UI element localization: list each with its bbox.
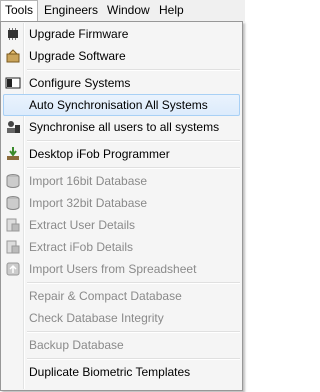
menu-item-upgrade-firmware[interactable]: Upgrade Firmware <box>3 23 240 45</box>
menu-engineers[interactable]: Engineers <box>40 0 102 21</box>
check-integrity-label: Check Database Integrity <box>29 311 164 325</box>
menu-tools[interactable]: Tools <box>0 0 39 22</box>
menu-item-check-database-integrity[interactable]: Check Database Integrity <box>3 307 240 329</box>
sync-users-icon <box>7 121 20 133</box>
menu-engineers-label: Engineers <box>44 3 99 17</box>
menu-window-label: Window <box>107 3 150 17</box>
menu-help-label: Help <box>159 3 184 17</box>
menu-item-backup-database[interactable]: Backup Database <box>3 334 240 356</box>
extract-document-icon <box>6 240 20 254</box>
menu-item-configure-systems[interactable]: Configure Systems <box>3 72 240 94</box>
menu-separator <box>27 140 240 142</box>
import-16bit-label: Import 16bit Database <box>29 174 148 188</box>
menu-item-auto-synchronisation[interactable]: Auto Synchronisation All Systems <box>3 94 240 116</box>
spreadsheet-icon <box>6 262 20 276</box>
menu-item-import-users-spreadsheet[interactable]: Import Users from Spreadsheet <box>3 258 240 280</box>
menu-separator <box>27 331 240 333</box>
menu-separator <box>27 69 240 71</box>
upgrade-firmware-label: Upgrade Firmware <box>29 27 129 41</box>
menu-bar: Tools Engineers Window Help <box>0 0 245 22</box>
menu-item-import-32bit-database[interactable]: Import 32bit Database <box>3 192 240 214</box>
menu-tools-label: Tools <box>5 3 34 17</box>
chip-icon <box>8 28 18 40</box>
menu-separator <box>27 282 240 284</box>
menu-item-duplicate-biometric-templates[interactable]: Duplicate Biometric Templates <box>3 361 240 383</box>
menu-item-import-16bit-database[interactable]: Import 16bit Database <box>3 170 240 192</box>
desktop-ifob-label: Desktop iFob Programmer <box>29 147 170 161</box>
backup-database-label: Backup Database <box>29 338 124 352</box>
software-disk-icon <box>6 49 20 63</box>
menu-window[interactable]: Window <box>103 0 154 21</box>
menu-help[interactable]: Help <box>155 0 188 21</box>
download-arrow-icon <box>7 147 19 160</box>
menu-item-synchronise-users[interactable]: Synchronise all users to all systems <box>3 116 240 138</box>
database-icon <box>6 196 20 210</box>
configure-systems-label: Configure Systems <box>29 76 131 90</box>
extract-ifob-label: Extract iFob Details <box>29 240 134 254</box>
menu-item-extract-user-details[interactable]: Extract User Details <box>3 214 240 236</box>
import-32bit-label: Import 32bit Database <box>29 196 148 210</box>
database-icon <box>6 174 20 188</box>
menu-item-extract-ifob-details[interactable]: Extract iFob Details <box>3 236 240 258</box>
extract-document-icon <box>6 218 20 232</box>
tools-dropdown-menu: Upgrade Firmware Upgrade Software Config… <box>0 21 243 391</box>
duplicate-biometric-label: Duplicate Biometric Templates <box>29 365 191 379</box>
menu-item-desktop-ifob-programmer[interactable]: Desktop iFob Programmer <box>3 143 240 165</box>
upgrade-software-label: Upgrade Software <box>29 49 126 63</box>
menu-item-repair-compact-database[interactable]: Repair & Compact Database <box>3 285 240 307</box>
menu-separator <box>27 358 240 360</box>
configure-panel-icon <box>5 77 21 89</box>
extract-user-label: Extract User Details <box>29 218 136 232</box>
synchronise-users-label: Synchronise all users to all systems <box>29 120 220 134</box>
menu-separator <box>27 167 240 169</box>
menu-item-upgrade-software[interactable]: Upgrade Software <box>3 45 240 67</box>
import-spreadsheet-label: Import Users from Spreadsheet <box>29 262 197 276</box>
repair-compact-label: Repair & Compact Database <box>29 289 182 303</box>
auto-synchronisation-label: Auto Synchronisation All Systems <box>29 98 208 112</box>
